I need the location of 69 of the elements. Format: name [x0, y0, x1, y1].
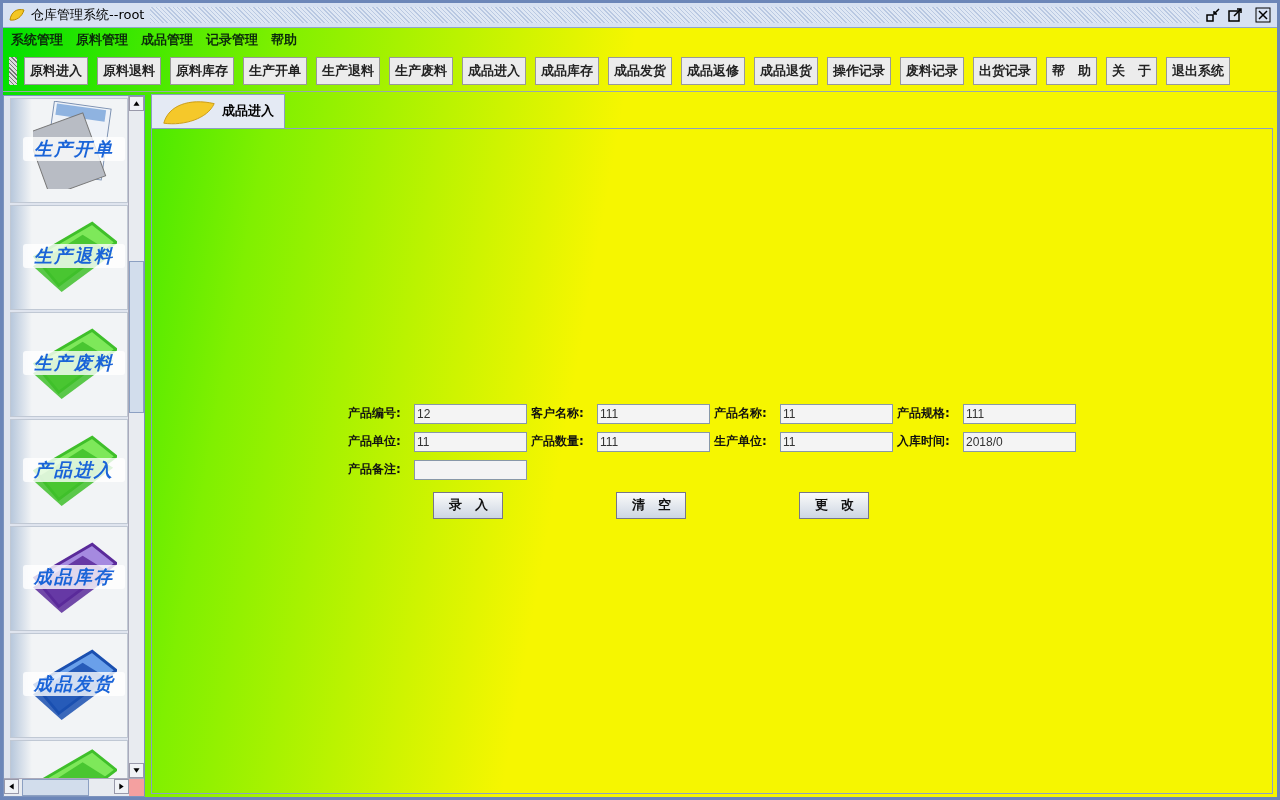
leaf-icon	[9, 8, 25, 22]
scroll-thumb[interactable]	[129, 261, 144, 413]
toolbar-button[interactable]: 生产开单	[243, 57, 307, 85]
input-field[interactable]: 111	[963, 403, 1076, 424]
input-field[interactable]: 11	[780, 403, 893, 424]
input-field[interactable]: 111	[597, 431, 710, 452]
toolbar-button[interactable]: 原料库存	[170, 57, 234, 85]
toolbar-button[interactable]: 成品退货	[754, 57, 818, 85]
menu-item[interactable]: 系统管理	[11, 32, 63, 50]
input-field[interactable]: 12	[414, 403, 527, 424]
toolbar-button[interactable]: 废料记录	[900, 57, 964, 85]
scroll-up-icon[interactable]	[129, 96, 144, 111]
toolbar-button[interactable]: 退出系统	[1166, 57, 1230, 85]
sidebar-item[interactable]: 生产开单	[10, 98, 128, 203]
sidebar-label: 产品进入	[23, 458, 125, 482]
input-field[interactable]: 11	[780, 431, 893, 452]
toolbar-button[interactable]: 成品库存	[535, 57, 599, 85]
toolbar-button[interactable]: 操作记录	[827, 57, 891, 85]
form-button[interactable]: 录 入	[433, 491, 503, 519]
form-button[interactable]: 更 改	[799, 491, 869, 519]
sidebar-item[interactable]: 成品库存	[10, 526, 128, 631]
restore-icon[interactable]	[1205, 7, 1221, 23]
field-label: 生产单位:	[714, 433, 768, 450]
menu-item[interactable]: 记录管理	[206, 32, 258, 50]
sidebar-item[interactable]: 成品发货	[10, 633, 128, 738]
menu-item[interactable]: 原料管理	[76, 32, 128, 50]
input-field[interactable]: 11	[414, 431, 527, 452]
sidebar-item[interactable]: 生产退料	[10, 205, 128, 310]
scroll-thumb[interactable]	[22, 779, 89, 796]
toolbar-button[interactable]: 出货记录	[973, 57, 1037, 85]
sidebar-item[interactable]: 产品进入	[10, 419, 128, 524]
menu-item[interactable]: 成品管理	[141, 32, 193, 50]
toolbar-button[interactable]: 帮 助	[1046, 57, 1097, 85]
toolbar-grip[interactable]	[9, 57, 17, 85]
field-label: 产品规格:	[897, 405, 951, 422]
field-label: 产品编号:	[348, 405, 402, 422]
sidebar-label: 生产退料	[23, 244, 125, 268]
input-field[interactable]: 2018/0	[963, 431, 1076, 452]
field-label: 客户名称:	[531, 405, 585, 422]
scroll-down-icon[interactable]	[129, 763, 144, 778]
toolbar-button[interactable]: 原料退料	[97, 57, 161, 85]
toolbar-button[interactable]: 成品发货	[608, 57, 672, 85]
scrollbar-corner	[129, 779, 144, 796]
window-title: 仓库管理系统--root	[31, 6, 145, 24]
field-label: 入库时间:	[897, 433, 951, 450]
sidebar-item[interactable]: 生产废料	[10, 312, 128, 417]
input-field[interactable]: 111	[597, 403, 710, 424]
maximize-icon[interactable]	[1227, 7, 1243, 23]
toolbar-button[interactable]: 成品返修	[681, 57, 745, 85]
toolbar-button[interactable]: 关 于	[1106, 57, 1157, 85]
scroll-left-icon[interactable]	[4, 779, 19, 794]
toolbar-button[interactable]: 成品进入	[462, 57, 526, 85]
form-button[interactable]: 清 空	[616, 491, 686, 519]
menu-item[interactable]: 帮助	[271, 32, 297, 50]
input-field[interactable]	[414, 459, 527, 480]
sidebar-label: 生产废料	[23, 351, 125, 375]
sidebar-label: 成品发货	[23, 672, 125, 696]
close-icon[interactable]	[1255, 7, 1271, 23]
toolbar-button[interactable]: 原料进入	[24, 57, 88, 85]
sidebar-label: 成品库存	[23, 565, 125, 589]
field-label: 产品数量:	[531, 433, 585, 450]
field-label: 产品备注:	[348, 461, 402, 478]
field-label: 产品单位:	[348, 433, 402, 450]
toolbar-button[interactable]: 生产退料	[316, 57, 380, 85]
scroll-right-icon[interactable]	[114, 779, 129, 794]
tab[interactable]: 成品进入	[151, 94, 285, 128]
toolbar-button[interactable]: 生产废料	[389, 57, 453, 85]
field-label: 产品名称:	[714, 405, 768, 422]
sidebar-label: 生产开单	[23, 137, 125, 161]
